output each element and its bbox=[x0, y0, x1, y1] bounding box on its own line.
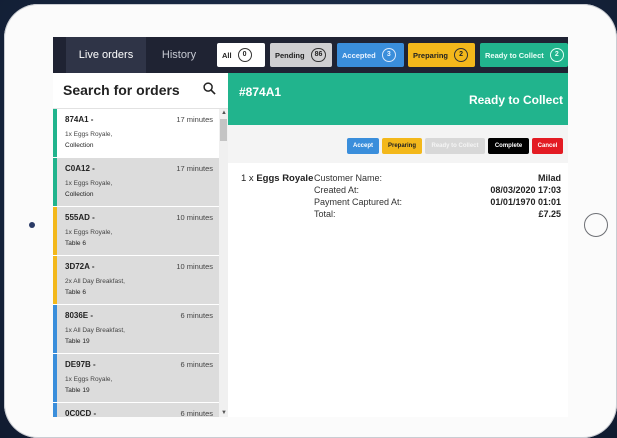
order-number: #874A1 bbox=[239, 85, 282, 99]
order-time: 10 minutes bbox=[176, 262, 213, 271]
filter-count-badge: 3 bbox=[381, 48, 396, 62]
order-list-item[interactable]: 8036E - 6 minutes 1x All Day Breakfast, … bbox=[53, 305, 219, 354]
order-destination: Collection bbox=[65, 142, 94, 149]
complete-button[interactable]: Complete bbox=[488, 138, 529, 154]
tab-live-orders[interactable]: Live orders bbox=[66, 37, 146, 73]
filter-label: Accepted bbox=[342, 50, 376, 60]
order-detail: 1 x Eggs Royale Customer Name: Milad Cre… bbox=[228, 163, 568, 417]
order-list-item[interactable]: C0A12 - 17 minutes 1x Eggs Royale, Colle… bbox=[53, 158, 219, 207]
search-icon[interactable] bbox=[203, 82, 216, 95]
filter-label: Preparing bbox=[413, 50, 449, 60]
order-time: 17 minutes bbox=[176, 164, 213, 173]
order-items: 1x Eggs Royale, bbox=[65, 229, 113, 236]
customer-name-label: Customer Name: bbox=[314, 173, 383, 183]
order-destination: Table 19 bbox=[65, 387, 90, 394]
camera-dot bbox=[29, 222, 35, 228]
order-items: 1x All Day Breakfast, bbox=[65, 327, 125, 334]
status-bar bbox=[53, 403, 57, 417]
filter-count-badge: 86 bbox=[310, 48, 327, 62]
order-id: 8036E - bbox=[65, 311, 94, 320]
filter-label: All bbox=[222, 50, 232, 60]
filter-accepted-button[interactable]: Accepted 3 bbox=[337, 43, 404, 67]
scroll-up-arrow-icon[interactable]: ▲ bbox=[221, 110, 227, 116]
order-items: 1x Eggs Royale, bbox=[65, 180, 113, 187]
order-list-item[interactable]: 3D72A - 10 minutes 2x All Day Breakfast,… bbox=[53, 256, 219, 305]
status-bar bbox=[53, 207, 57, 255]
order-detail-panel: #874A1 Ready to Collect Accept Preparing… bbox=[228, 73, 568, 417]
order-header: #874A1 Ready to Collect bbox=[228, 73, 568, 125]
customer-name-value: Milad bbox=[537, 173, 561, 183]
status-bar bbox=[53, 305, 57, 353]
order-destination: Table 6 bbox=[65, 240, 86, 247]
order-destination: Table 19 bbox=[65, 338, 90, 345]
order-line-item: 1 x Eggs Royale bbox=[241, 173, 313, 184]
filter-label: Ready to Collect bbox=[485, 50, 544, 60]
cancel-button[interactable]: Cancel bbox=[532, 138, 563, 154]
filter-pending-button[interactable]: Pending 86 bbox=[270, 43, 332, 67]
order-time: 10 minutes bbox=[176, 213, 213, 222]
created-at-label: Created At: bbox=[314, 185, 360, 195]
order-destination: Table 6 bbox=[65, 289, 86, 296]
order-time: 6 minutes bbox=[180, 360, 213, 369]
top-bar: Live orders History All 0 Pending 86 Acc… bbox=[53, 37, 568, 73]
order-list-item[interactable]: 0C0CD - 6 minutes bbox=[53, 403, 219, 417]
status-bar bbox=[53, 256, 57, 304]
search-bar[interactable]: Search for orders bbox=[53, 73, 228, 109]
order-id: DE97B - bbox=[65, 360, 96, 369]
total-label: Total: bbox=[314, 209, 336, 219]
order-id: 555AD - bbox=[65, 213, 95, 222]
status-bar bbox=[53, 158, 57, 206]
ready-to-collect-button[interactable]: Ready to Collect bbox=[425, 138, 485, 154]
order-id: 0C0CD - bbox=[65, 409, 97, 417]
order-id: C0A12 - bbox=[65, 164, 95, 173]
payment-captured-value: 01/01/1970 01:01 bbox=[490, 197, 561, 207]
order-items: 2x All Day Breakfast, bbox=[65, 278, 125, 285]
order-items: 1x Eggs Royale, bbox=[65, 131, 113, 138]
order-time: 6 minutes bbox=[180, 311, 213, 320]
total-value: £7.25 bbox=[538, 209, 561, 219]
order-destination: Collection bbox=[65, 191, 94, 198]
filter-preparing-button[interactable]: Preparing 2 bbox=[408, 43, 475, 67]
search-label: Search for orders bbox=[63, 82, 180, 98]
filter-count-badge: 0 bbox=[237, 48, 252, 62]
order-time: 6 minutes bbox=[180, 409, 213, 417]
status-bar bbox=[53, 354, 57, 402]
scroll-down-arrow-icon[interactable]: ▼ bbox=[221, 410, 227, 416]
payment-captured-label: Payment Captured At: bbox=[314, 197, 403, 207]
created-at-value: 08/03/2020 17:03 bbox=[490, 185, 561, 195]
order-sidebar: Search for orders 874A1 - 17 minutes 1x … bbox=[53, 73, 228, 417]
order-time: 17 minutes bbox=[176, 115, 213, 124]
filter-label: Pending bbox=[275, 50, 305, 60]
order-list-item[interactable]: 874A1 - 17 minutes 1x Eggs Royale, Colle… bbox=[53, 109, 219, 158]
order-id: 874A1 - bbox=[65, 115, 94, 124]
tab-history[interactable]: History bbox=[149, 37, 209, 73]
order-list-item[interactable]: DE97B - 6 minutes 1x Eggs Royale, Table … bbox=[53, 354, 219, 403]
filter-all-button[interactable]: All 0 bbox=[217, 43, 265, 67]
item-quantity: 1 x bbox=[241, 173, 254, 184]
order-status: Ready to Collect bbox=[468, 93, 563, 107]
accept-button[interactable]: Accept bbox=[347, 138, 379, 154]
filter-count-badge: 2 bbox=[549, 48, 564, 62]
order-list: 874A1 - 17 minutes 1x Eggs Royale, Colle… bbox=[53, 109, 219, 417]
item-name: Eggs Royale bbox=[256, 173, 314, 184]
filter-count-badge: 2 bbox=[454, 48, 469, 62]
preparing-button[interactable]: Preparing bbox=[382, 138, 422, 154]
sidebar-scrollbar[interactable]: ▲ ▼ bbox=[219, 109, 228, 417]
order-list-item[interactable]: 555AD - 10 minutes 1x Eggs Royale, Table… bbox=[53, 207, 219, 256]
app-screen: Live orders History All 0 Pending 86 Acc… bbox=[53, 37, 568, 417]
order-items: 1x Eggs Royale, bbox=[65, 376, 113, 383]
scrollbar-thumb[interactable] bbox=[220, 119, 227, 141]
order-id: 3D72A - bbox=[65, 262, 95, 271]
action-bar: Accept Preparing Ready to Collect Comple… bbox=[228, 125, 568, 163]
home-button[interactable] bbox=[584, 213, 608, 237]
filter-ready-to-collect-button[interactable]: Ready to Collect 2 bbox=[480, 43, 568, 67]
status-bar bbox=[53, 109, 57, 157]
